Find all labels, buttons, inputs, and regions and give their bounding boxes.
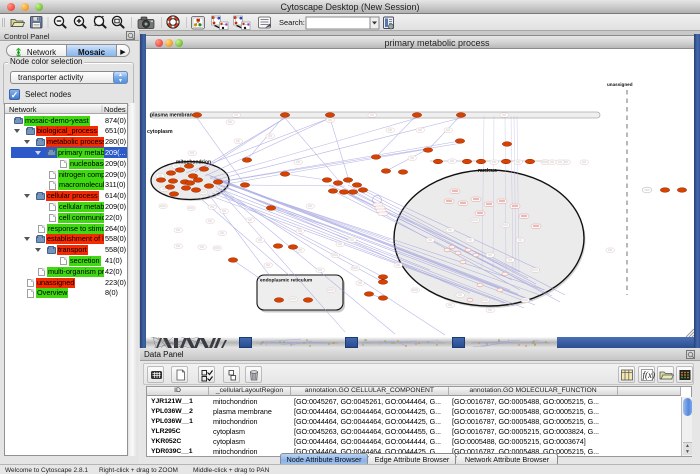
svg-text:endoplasmic reticulum: endoplasmic reticulum [260, 278, 312, 284]
svg-text:nucleus: nucleus [478, 168, 497, 174]
svg-text:unassigned: unassigned [607, 82, 633, 87]
svg-text:Search:: Search: [279, 18, 305, 27]
svg-text:cytoplasm: cytoplasm [147, 129, 173, 135]
svg-text:mitochondrion: mitochondrion [176, 160, 211, 166]
svg-text:plasma membrane: plasma membrane [150, 113, 196, 119]
svg-text:f(x): f(x) [643, 370, 656, 380]
